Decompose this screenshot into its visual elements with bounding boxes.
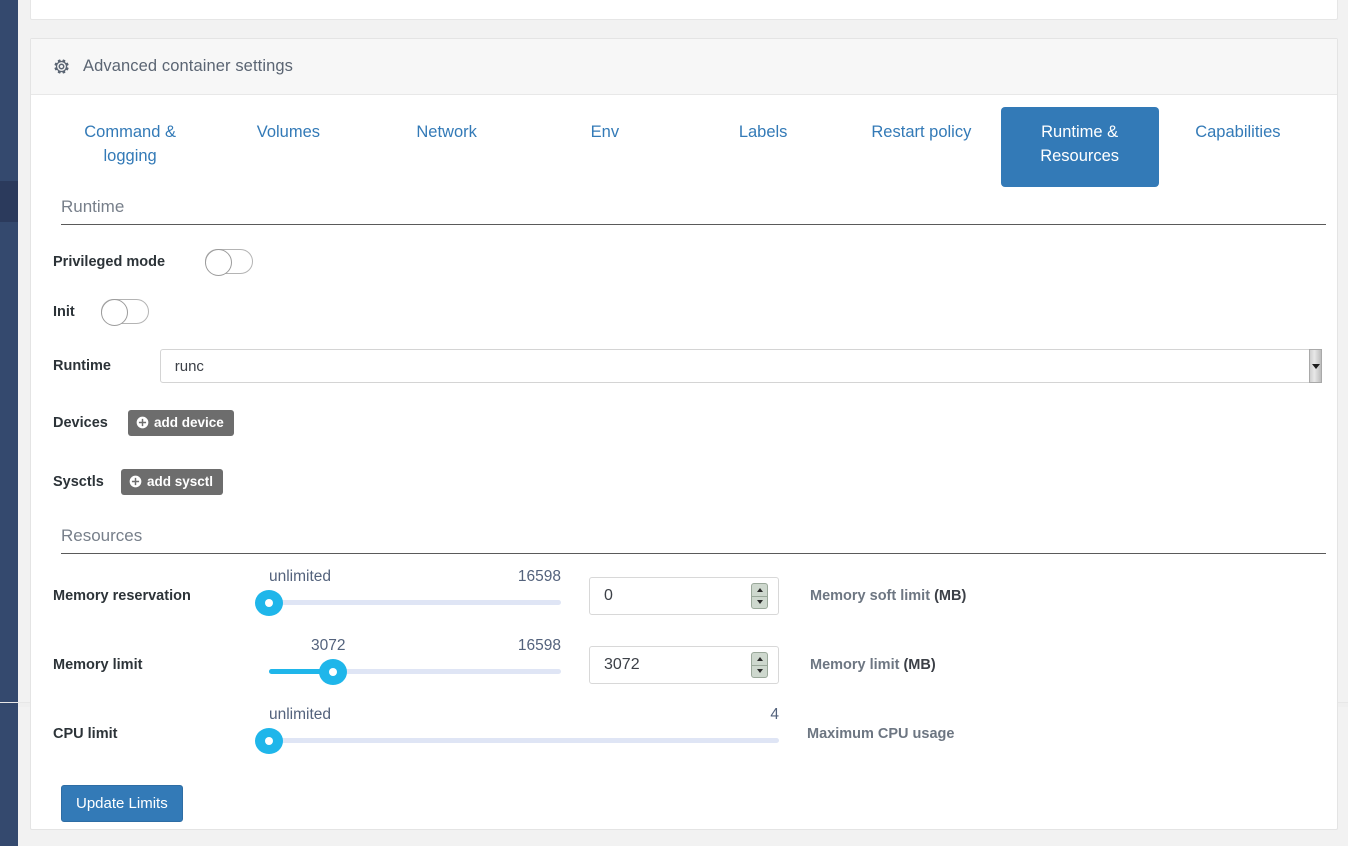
sidebar-active-segment: [0, 181, 18, 222]
cpu-limit-row: CPU limit unlimited 4 Maximum CPU usage: [53, 706, 1315, 762]
tab-capabilities[interactable]: Capabilities: [1159, 107, 1317, 187]
card-header-title: Advanced container settings: [83, 57, 293, 75]
memory-limit-stepper[interactable]: [751, 652, 768, 678]
memory-limit-range-labels: 3072 16598: [269, 637, 561, 655]
slider-max-label: 16598: [517, 637, 561, 654]
tab-volumes[interactable]: Volumes: [209, 107, 367, 187]
tab-labels[interactable]: Labels: [684, 107, 842, 187]
caret-up-icon: [756, 587, 763, 592]
slider-track[interactable]: [269, 669, 561, 674]
slider-max-label: 16598: [517, 568, 561, 585]
memory-limit-unit: (MB): [903, 657, 936, 673]
add-sysctl-button[interactable]: add sysctl: [121, 469, 224, 495]
memory-soft-limit-stepper[interactable]: [751, 583, 768, 609]
memory-limit-slider[interactable]: 3072 16598: [269, 637, 561, 693]
slider-handle[interactable]: [255, 590, 283, 616]
slider-track[interactable]: [269, 600, 561, 605]
slider-min-label: unlimited: [269, 568, 332, 585]
toggle-knob: [101, 299, 128, 326]
runtime-select-wrapper: runc: [159, 349, 1322, 383]
memory-soft-limit-description-text: Memory soft limit: [810, 588, 935, 604]
privileged-mode-row: Privileged mode: [53, 249, 1315, 276]
cpu-limit-label: CPU limit: [53, 726, 118, 742]
stepper-down-button[interactable]: [751, 664, 768, 678]
runtime-select[interactable]: runc: [159, 349, 1315, 383]
slider-handle[interactable]: [319, 659, 348, 685]
memory-reservation-range-labels: unlimited 16598: [269, 568, 561, 586]
slider-min-label: 3072: [311, 637, 346, 654]
slider-track[interactable]: [269, 738, 779, 743]
add-sysctl-label: add sysctl: [147, 474, 214, 489]
cpu-limit-slider[interactable]: unlimited 4: [255, 706, 779, 762]
memory-limit-input-wrapper: [589, 646, 779, 684]
runtime-section-heading: Runtime: [61, 197, 1326, 225]
tab-command-logging[interactable]: Command & logging: [51, 107, 209, 187]
runtime-resources-panel: Runtime Privileged mode Init Runtime run: [31, 197, 1337, 822]
sysctls-row: Sysctls add sysctl: [53, 469, 1315, 495]
cpu-limit-range-labels: unlimited 4: [269, 706, 779, 724]
init-label: Init: [53, 303, 75, 320]
caret-down-icon: [756, 669, 763, 674]
stepper-down-button[interactable]: [751, 595, 768, 609]
stepper-up-button[interactable]: [751, 583, 768, 596]
resources-section-heading: Resources: [61, 526, 1326, 554]
add-device-label: add device: [154, 415, 224, 430]
add-device-button[interactable]: add device: [128, 410, 234, 436]
tab-runtime-resources[interactable]: Runtime & Resources: [1000, 107, 1159, 187]
slider-max-label: 4: [770, 706, 779, 723]
memory-limit-description: Memory limit (MB): [810, 657, 936, 673]
tab-restart-policy[interactable]: Restart policy: [842, 107, 1000, 187]
privileged-mode-label: Privileged mode: [53, 253, 166, 270]
memory-soft-limit-input-wrapper: [589, 577, 779, 615]
app-sidebar-strip: [0, 0, 18, 846]
slider-handle[interactable]: [255, 728, 283, 754]
memory-soft-limit-unit: (MB): [934, 588, 967, 604]
update-limits-row: Update Limits: [53, 785, 1315, 822]
advanced-container-settings-card: Advanced container settings Command & lo…: [30, 38, 1338, 830]
memory-limit-description-text: Memory limit: [810, 657, 904, 673]
sysctls-label: Sysctls: [53, 474, 104, 490]
settings-tab-bar: Command & logging Volumes Network Env La…: [31, 95, 1337, 187]
chevron-down-icon[interactable]: [1309, 349, 1322, 383]
runtime-select-label: Runtime: [53, 358, 111, 374]
caret-down-icon: [756, 600, 763, 605]
init-row: Init: [53, 299, 1315, 326]
privileged-mode-toggle[interactable]: [205, 249, 253, 276]
gear-icon: [54, 59, 69, 74]
memory-reservation-label: Memory reservation: [53, 588, 191, 604]
update-limits-button[interactable]: Update Limits: [61, 785, 183, 822]
memory-limit-label: Memory limit: [53, 657, 143, 673]
cpu-limit-description: Maximum CPU usage: [807, 726, 955, 742]
memory-reservation-row: Memory reservation unlimited 16598 0 Mem…: [53, 568, 1315, 624]
devices-label: Devices: [53, 415, 108, 431]
stepper-up-button[interactable]: [751, 652, 768, 665]
plus-circle-icon: [136, 416, 149, 429]
devices-row: Devices add device: [53, 410, 1315, 436]
previous-panel-bottom: [30, 0, 1338, 20]
card-header: Advanced container settings: [31, 39, 1337, 95]
tab-env[interactable]: Env: [526, 107, 684, 187]
memory-soft-limit-description: Memory soft limit (MB): [810, 588, 966, 604]
memory-limit-row: Memory limit 3072 16598 3072 Memory limi…: [53, 637, 1315, 693]
runtime-select-row: Runtime runc: [53, 349, 1322, 383]
caret-up-icon: [756, 656, 763, 661]
plus-circle-icon: [129, 475, 142, 488]
slider-min-label: unlimited: [269, 706, 332, 723]
init-toggle[interactable]: [101, 299, 149, 326]
tab-network[interactable]: Network: [368, 107, 526, 187]
memory-reservation-slider[interactable]: unlimited 16598: [255, 568, 561, 624]
toggle-knob: [205, 249, 232, 276]
